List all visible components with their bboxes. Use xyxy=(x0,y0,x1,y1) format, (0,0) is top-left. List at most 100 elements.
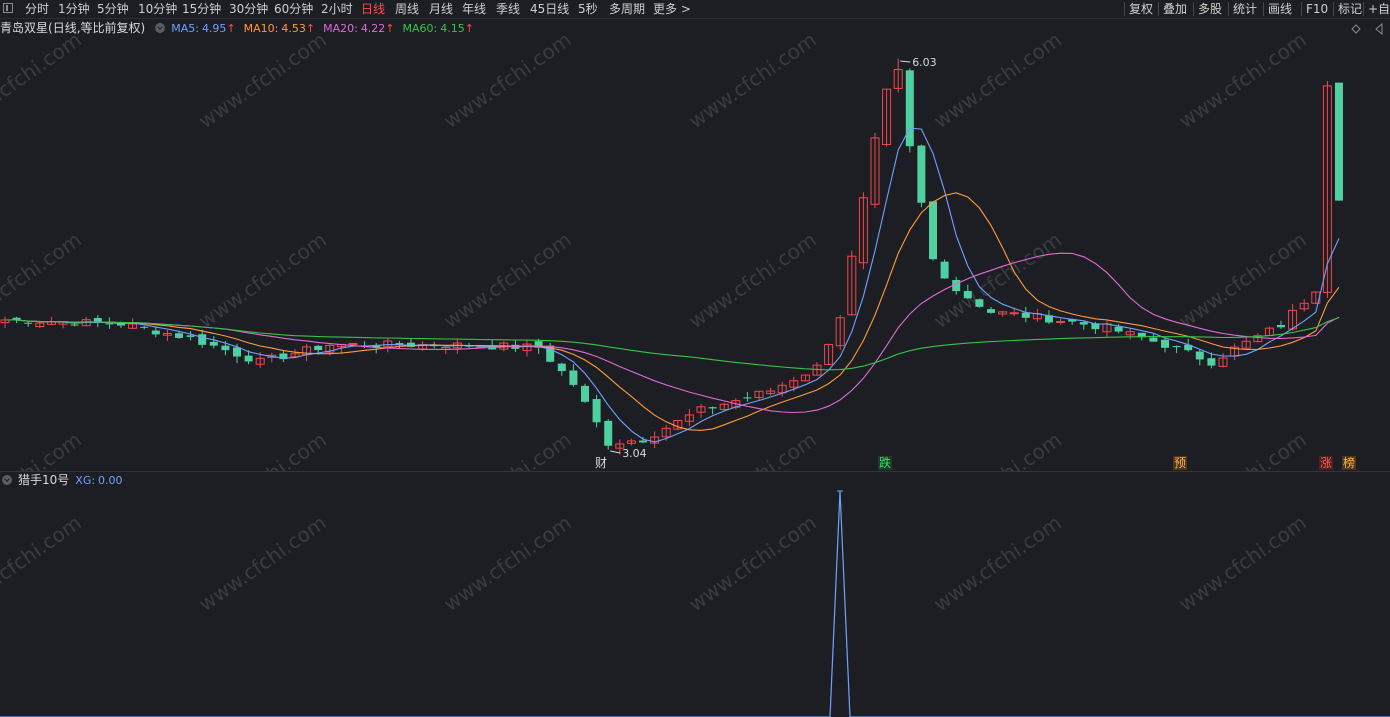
tab-timeframe-1[interactable]: 1分钟 xyxy=(58,1,90,17)
candle-body xyxy=(105,323,114,325)
watermark-text: www.cfchi.com xyxy=(929,27,1066,133)
toolbar-separator xyxy=(1333,2,1334,16)
tab-timeframe-11[interactable]: 年线 xyxy=(462,1,486,17)
watermark-text: www.cfchi.com xyxy=(439,227,576,333)
period-toolbar: 分时 1分钟 5分钟 10分钟 15分钟 30分钟 60分钟 2小时 日线 周线 月线 年线 季线 45日… xyxy=(0,0,1390,19)
candle-body xyxy=(963,290,972,299)
toolbar-separator xyxy=(1124,2,1125,16)
event-marker-text: 财 xyxy=(595,456,607,470)
event-marker-2: 预 xyxy=(1173,456,1187,470)
candle-body xyxy=(592,399,601,423)
tab-timeframe-0[interactable]: 分时 xyxy=(25,1,49,17)
event-marker-text: 涨 xyxy=(1320,455,1332,470)
candle-body xyxy=(557,363,566,372)
toolbar-separator xyxy=(1263,2,1264,16)
candle-body xyxy=(186,335,195,337)
candlestick-chart[interactable]: www.cfchi.com www.cfchi.com www.cfchi.com w… xyxy=(0,19,1390,471)
high-pointer xyxy=(900,60,911,63)
candle-body xyxy=(975,299,984,307)
watermark-text: www.cfchi.com xyxy=(0,427,86,471)
watermark-text: www.cfchi.com xyxy=(684,227,821,333)
indicator-panel: 猎手10号 XG: 0.00 www.cfchi.com www.cfchi.com w… xyxy=(0,471,1390,717)
toolbar-tool-5[interactable]: F10 xyxy=(1306,1,1328,17)
watermark-text: www.cfchi.com xyxy=(0,27,86,133)
candle-body xyxy=(917,145,926,203)
watermark-text: www.cfchi.com xyxy=(194,227,331,333)
watermark-text: www.cfchi.com xyxy=(0,510,86,616)
watermark-text: www.cfchi.com xyxy=(929,427,1066,471)
candle-body xyxy=(221,345,230,351)
candle-body xyxy=(1079,322,1088,325)
tab-timeframe-12[interactable]: 季线 xyxy=(496,1,520,17)
watermark-layer: www.cfchi.com www.cfchi.com www.cfchi.com w… xyxy=(0,27,1311,471)
candle-body xyxy=(940,261,949,279)
toolbar-separator xyxy=(1193,2,1194,16)
watermark-text: www.cfchi.com xyxy=(1174,510,1311,616)
candle-body xyxy=(348,342,358,345)
toolbar-tool-7[interactable]: +自 xyxy=(1368,1,1390,17)
low-pointer xyxy=(610,450,621,454)
tab-timeframe-14[interactable]: 5秒 xyxy=(578,1,598,17)
tab-timeframe-5[interactable]: 30分钟 xyxy=(229,1,268,17)
candle-body xyxy=(140,326,149,328)
toolbar-tool-2[interactable]: 多股 xyxy=(1198,1,1222,17)
tab-timeframe-2[interactable]: 5分钟 xyxy=(97,1,129,17)
candle-body xyxy=(1277,324,1285,328)
candle-body xyxy=(905,70,914,147)
price-chart-panel: 青岛双星(日线,等比前复权) MA5: 4.95↑ MA10: 4.53↑ MA20: 4.… xyxy=(0,19,1390,471)
ma-line-5 xyxy=(4,127,1340,443)
toolbar-tool-0[interactable]: 复权 xyxy=(1129,1,1153,17)
tab-timeframe-9[interactable]: 周线 xyxy=(395,1,419,17)
menu-icon[interactable] xyxy=(3,3,13,13)
tab-timeframe-13[interactable]: 45日线 xyxy=(530,1,569,17)
candle-body xyxy=(70,324,79,326)
candle-body xyxy=(1114,326,1123,332)
candle-body xyxy=(151,330,160,335)
candle-body xyxy=(209,341,218,346)
candle-body xyxy=(569,370,578,385)
candle-body xyxy=(244,355,253,362)
candle-body xyxy=(708,407,717,409)
event-marker-1: 跌 xyxy=(878,455,892,470)
toolbar-tool-1[interactable]: 叠加 xyxy=(1163,1,1187,17)
expand-icon xyxy=(1375,22,1383,36)
watermark-text: www.cfchi.com xyxy=(1174,27,1311,133)
watermark-text: www.cfchi.com xyxy=(684,510,821,616)
tab-timeframe-7[interactable]: 2小时 xyxy=(321,1,353,17)
candle-body xyxy=(604,420,613,446)
candle-body xyxy=(1161,339,1169,348)
candle-body xyxy=(1195,351,1204,360)
candle-body xyxy=(639,440,647,443)
tab-timeframe-8[interactable]: 日线 xyxy=(361,1,385,17)
candle-body xyxy=(1056,321,1066,324)
high-price-label: 6.03 xyxy=(912,56,937,69)
tab-timeframe-10[interactable]: 月线 xyxy=(429,1,453,17)
toolbar-tool-4[interactable]: 画线 xyxy=(1268,1,1292,17)
ma-lines-layer xyxy=(4,127,1340,443)
tab-timeframe-4[interactable]: 15分钟 xyxy=(182,1,221,17)
candle-body xyxy=(1021,312,1030,318)
tab-timeframe-16[interactable]: 更多 > xyxy=(653,1,691,17)
watermark-layer: www.cfchi.com www.cfchi.com www.cfchi.com w… xyxy=(0,510,1311,616)
tab-timeframe-3[interactable]: 10分钟 xyxy=(138,1,177,17)
toolbar-separator xyxy=(1228,2,1229,16)
event-marker-text: 跌 xyxy=(879,455,891,470)
toolbar-separator xyxy=(1301,2,1302,16)
xg-indicator-chart[interactable]: www.cfchi.com www.cfchi.com www.cfchi.com w… xyxy=(0,472,1390,717)
watermark-text: www.cfchi.com xyxy=(194,27,331,133)
event-marker-3: 涨 xyxy=(1319,455,1333,470)
candle-body xyxy=(1009,312,1019,315)
toolbar-separator xyxy=(1363,2,1364,16)
candle-body xyxy=(233,347,241,357)
event-marker-0: 财 xyxy=(595,456,607,470)
toolbar-tool-3[interactable]: 统计 xyxy=(1233,1,1257,17)
watermark-text: www.cfchi.com xyxy=(929,510,1066,616)
candle-body xyxy=(929,201,937,260)
toolbar-tool-6[interactable]: 标记 xyxy=(1338,1,1362,17)
watermark-text: www.cfchi.com xyxy=(194,427,331,471)
watermark-text: www.cfchi.com xyxy=(1174,227,1311,333)
tab-timeframe-6[interactable]: 60分钟 xyxy=(274,1,313,17)
tab-timeframe-15[interactable]: 多周期 xyxy=(609,1,645,17)
candle-body xyxy=(1172,346,1181,348)
event-marker-4: 榜 xyxy=(1342,455,1356,470)
